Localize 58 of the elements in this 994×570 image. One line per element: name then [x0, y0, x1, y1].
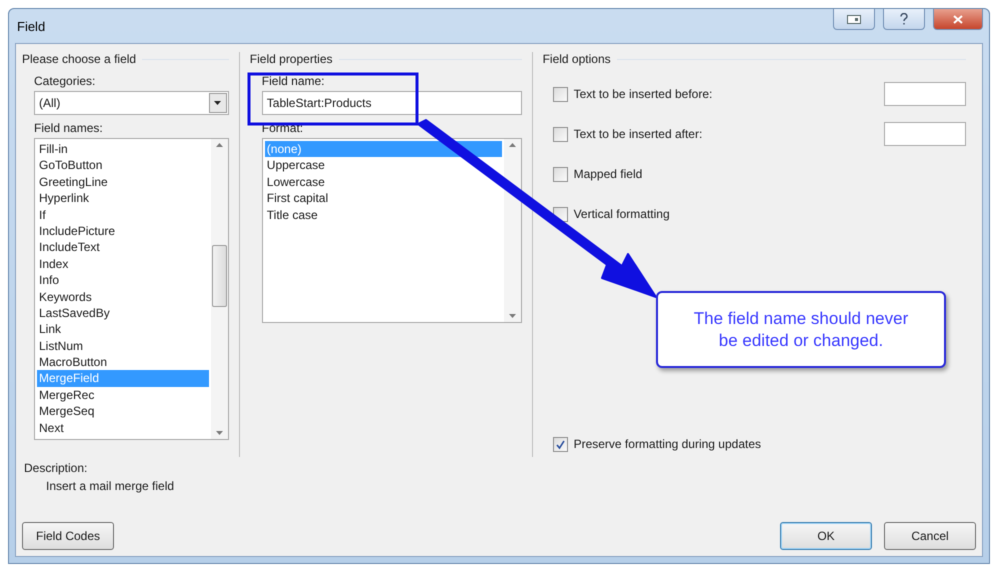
checkbox[interactable]: Mapped field — [552, 166, 642, 182]
list-item[interactable]: IncludePicture — [37, 222, 116, 240]
field-names-list[interactable]: Fill-in GoToButton GreetingLine Hyperlink If IncludePicture IncludeText Index Info Keywords LastSavedBy Link ListNum MacroButton MergeField MergeRec MergeSeq Next — [34, 138, 229, 440]
window-button[interactable] — [833, 9, 875, 30]
field-codes-button[interactable]: Field Codes — [22, 522, 114, 550]
check-icon — [554, 438, 566, 450]
list-item[interactable]: IncludeText — [37, 239, 100, 256]
list-item[interactable]: ListNum — [37, 338, 84, 354]
scroll-up-icon[interactable] — [216, 143, 223, 147]
list-item[interactable]: GoToButton — [37, 157, 102, 174]
callout-text: The field name should never be edited or changed. — [656, 291, 946, 368]
list-item[interactable]: Keywords — [37, 288, 92, 305]
list-item[interactable]: Lowercase — [264, 174, 325, 190]
description-label: Description: — [24, 461, 88, 475]
list-item[interactable]: Index — [37, 256, 68, 272]
group-heading: Please choose a field — [22, 52, 136, 66]
text-input[interactable] — [884, 122, 966, 146]
ok-button[interactable]: OK — [780, 522, 872, 550]
group-heading: Field properties — [250, 52, 333, 66]
format-list[interactable]: (none) Uppercase Lowercase First capital Title case — [262, 138, 522, 323]
categories-dropdown[interactable]: (All) — [34, 91, 229, 115]
scrollbar-thumb[interactable] — [212, 245, 227, 307]
list-item[interactable]: Title case — [264, 206, 318, 223]
help-button[interactable] — [883, 9, 925, 30]
field-label: Categories: — [34, 74, 96, 88]
group-heading: Field options — [542, 52, 611, 66]
scroll-down-icon[interactable] — [508, 314, 516, 318]
close-button[interactable] — [933, 9, 983, 30]
text-input[interactable] — [884, 82, 966, 106]
list-item[interactable]: Info — [37, 272, 60, 289]
list-item[interactable]: LastSavedBy — [37, 304, 110, 322]
help-icon — [900, 13, 908, 25]
list-item[interactable]: MergeSeq — [37, 403, 94, 420]
list-item[interactable]: If — [37, 206, 46, 223]
description-text: Insert a mail merge field — [46, 479, 176, 493]
field-label: Field names: — [34, 121, 104, 135]
cancel-button[interactable]: Cancel — [884, 522, 976, 550]
list-item[interactable]: MergeRec — [37, 386, 94, 404]
checkbox[interactable]: Text to be inserted after: — [552, 126, 702, 142]
scrollbar[interactable] — [210, 139, 228, 439]
field-label: Field name: — [262, 74, 326, 88]
list-item[interactable]: GreetingLine — [37, 174, 108, 190]
scrollbar[interactable] — [504, 139, 521, 322]
scroll-down-icon[interactable] — [216, 431, 223, 435]
window-title: Field — [17, 18, 46, 34]
dropdown-arrow-icon — [214, 101, 222, 105]
list-item[interactable]: Fill-in — [37, 141, 68, 158]
close-icon — [953, 14, 963, 24]
list-item[interactable]: Uppercase — [264, 157, 325, 174]
list-item[interactable]: Next — [37, 420, 64, 436]
list-item[interactable]: Link — [37, 321, 62, 338]
checkbox[interactable]: Text to be inserted before: — [552, 86, 712, 102]
checkbox[interactable]: Preserve formatting during updates — [552, 436, 762, 452]
list-item[interactable]: First capital — [264, 190, 328, 207]
scroll-up-icon[interactable] — [508, 143, 516, 147]
list-item[interactable]: Hyperlink — [37, 190, 90, 207]
list-item[interactable]: MacroButton — [37, 354, 108, 370]
field-name-input[interactable]: TableStart:Products — [262, 91, 522, 115]
